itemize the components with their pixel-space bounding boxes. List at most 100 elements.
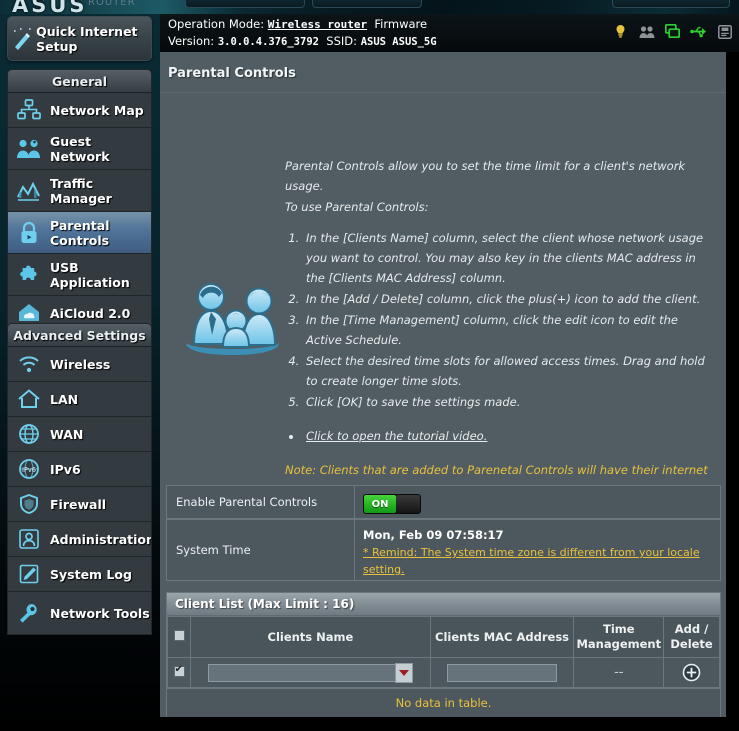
client-mac-input[interactable]: [447, 663, 558, 682]
sidebar-item-lan-label: LAN: [50, 391, 79, 407]
topbar-button-1[interactable]: [185, 0, 305, 8]
sidebar-group-general-title: General: [8, 70, 151, 93]
enable-parental-controls-label: Enable Parental Controls: [167, 486, 355, 518]
logo-subtitle: ROUTER: [88, 0, 136, 8]
enable-parental-controls-toggle[interactable]: ON: [363, 494, 421, 514]
step-3: In the [Time Management] column, click t…: [303, 310, 715, 350]
page-title: Parental Controls: [168, 66, 296, 81]
sidebar-item-wireless[interactable]: Wireless: [8, 347, 151, 382]
step-1: In the [Clients Name] column, select the…: [303, 228, 715, 288]
chevron-down-icon[interactable]: [395, 662, 414, 683]
quick-internet-setup-label: Quick Internet Setup: [36, 23, 138, 54]
pencil-icon: [8, 559, 50, 589]
tutorial-list: Click to open the tutorial video.: [303, 426, 715, 446]
right-edge-strip: [726, 52, 739, 717]
sidebar-group-advanced: Advanced Settings Wireless LAN WAN IPv6 …: [7, 323, 152, 635]
sidebar-item-network-tools-label: Network Tools: [50, 605, 150, 621]
client-name-input[interactable]: [208, 663, 413, 682]
sidebar-item-network-map[interactable]: Network Map: [8, 93, 151, 128]
header-icon-tray: [612, 23, 733, 40]
globe-icon: [8, 419, 50, 449]
enable-parental-controls-control: ON: [355, 486, 720, 518]
sidebar-item-guest-network-label: Guest Network: [50, 133, 110, 164]
sidebar-item-firewall[interactable]: Firewall: [8, 487, 151, 522]
top-logo-band: ASUS ROUTER: [0, 0, 739, 14]
intro-line-1: Parental Controls allow you to set the t…: [285, 159, 686, 193]
sidebar-group-advanced-title: Advanced Settings: [8, 324, 151, 347]
step-2: In the [Add / Delete] column, click the …: [303, 289, 715, 309]
time-management-value: --: [614, 665, 624, 680]
row-checkbox[interactable]: [173, 663, 185, 677]
guest-network-icon: [8, 134, 50, 164]
sidebar-item-ipv6[interactable]: IPv6 IPv6: [8, 452, 151, 487]
wand-icon: [8, 26, 36, 52]
printer-icon[interactable]: [716, 23, 733, 40]
add-delete-header: Add / Delete: [663, 616, 720, 658]
topbar-button-2[interactable]: [312, 0, 422, 8]
header-info: Operation Mode: Wireless router Firmware…: [168, 16, 437, 50]
main-panel: Parental Controls Parental Controls allo…: [160, 52, 739, 718]
bottom-edge-strip: [160, 717, 739, 731]
sidebar-item-guest-network[interactable]: Guest Network: [8, 128, 151, 170]
sidebar-item-parental-controls-label: Parental Controls: [50, 217, 110, 248]
select-all-checkbox[interactable]: [173, 629, 185, 641]
client-list-title: Client List (Max Limit : 16): [167, 593, 720, 616]
system-time-row: System Time Mon, Feb 09 07:58:17 * Remin…: [166, 519, 721, 581]
intro-text: Parental Controls allow you to set the t…: [285, 156, 715, 500]
empty-table-message: No data in table.: [167, 688, 720, 717]
sidebar-group-general: General Network Map Guest Network Traffi…: [7, 69, 152, 331]
client-list-table: Clients Name Clients MAC Address Time Ma…: [166, 616, 720, 688]
svg-text:IPv6: IPv6: [22, 466, 36, 474]
sidebar-item-usb-application[interactable]: USB Application: [8, 254, 151, 296]
client-list-section: Client List (Max Limit : 16) Clients Nam…: [166, 592, 721, 718]
usb-icon[interactable]: [690, 23, 707, 40]
sidebar-item-usb-application-label: USB Application: [50, 259, 130, 290]
enable-parental-controls-row: Enable Parental Controls ON: [166, 485, 721, 519]
sidebar-item-wan-label: WAN: [50, 426, 84, 442]
timezone-remind-link[interactable]: * Remind: The System time zone is differ…: [363, 544, 712, 578]
sidebar-item-lan[interactable]: LAN: [8, 382, 151, 417]
system-time-value: Mon, Feb 09 07:58:17: [363, 528, 504, 542]
sidebar-item-system-log-label: System Log: [50, 566, 132, 582]
ipv6-icon: IPv6: [8, 454, 50, 484]
sidebar-item-system-log[interactable]: System Log: [8, 557, 151, 592]
family-icon: [180, 281, 285, 361]
sidebar-item-network-map-label: Network Map: [50, 102, 144, 118]
select-all-header: [166, 616, 192, 658]
sidebar-item-network-tools[interactable]: Network Tools: [8, 592, 151, 634]
add-delete-cell: [663, 657, 720, 688]
network-map-icon: [8, 95, 50, 125]
time-management-header: Time Management: [573, 616, 665, 658]
ssid-label: SSID:: [326, 34, 358, 48]
guest-network-icon[interactable]: [638, 23, 655, 40]
row-select-cell: [166, 657, 192, 688]
clients-mac-header: Clients MAC Address: [429, 616, 575, 658]
clients-name-header: Clients Name: [190, 616, 431, 658]
sidebar-item-parental-controls[interactable]: Parental Controls: [8, 212, 151, 254]
sidebar-item-administration-label: Administration: [50, 531, 152, 547]
operation-mode-value[interactable]: Wireless router: [268, 18, 367, 31]
shield-icon: [8, 489, 50, 519]
lock-icon: [8, 218, 50, 248]
sidebar-item-traffic-manager-label: Traffic Manager: [50, 175, 112, 206]
quick-internet-setup-button[interactable]: Quick Internet Setup: [7, 16, 152, 61]
client-status-icon[interactable]: [664, 23, 681, 40]
system-time-value-cell: Mon, Feb 09 07:58:17 * Remind: The Syste…: [355, 520, 720, 580]
client-name-cell: [190, 657, 431, 688]
plus-circle-icon[interactable]: [682, 663, 701, 682]
tutorial-video-link[interactable]: Click to open the tutorial video.: [306, 429, 487, 443]
sidebar-item-administration[interactable]: Administration: [8, 522, 151, 557]
table-row: --: [166, 657, 720, 688]
topbar-button-3[interactable]: [612, 0, 730, 8]
ssid-value: ASUS ASUS_5G: [360, 36, 437, 48]
sidebar-item-wan[interactable]: WAN: [8, 417, 151, 452]
step-5: Click [OK] to save the settings made.: [303, 392, 715, 412]
toggle-on-label: ON: [364, 495, 396, 513]
sidebar-item-traffic-manager[interactable]: Traffic Manager: [8, 170, 151, 212]
status-header: Operation Mode: Wireless router Firmware…: [160, 14, 739, 52]
firmware-value: 3.0.0.4.376_3792: [217, 36, 319, 48]
client-mac-cell: [429, 657, 575, 688]
table-header-row: Clients Name Clients MAC Address Time Ma…: [166, 616, 720, 658]
firmware-label-part1: Firmware: [374, 17, 428, 31]
notification-lamp-icon[interactable]: [612, 23, 629, 40]
